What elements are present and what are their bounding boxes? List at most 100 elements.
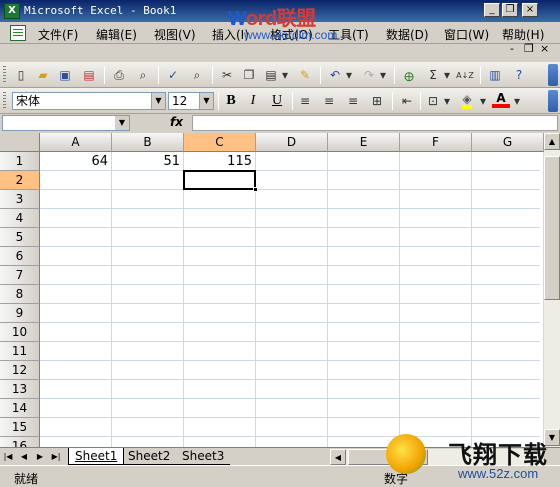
workbook-icon[interactable] xyxy=(10,25,26,41)
toolbar-grip[interactable] xyxy=(3,92,6,109)
scroll-up-icon[interactable]: ▲ xyxy=(544,133,560,150)
row-header-10[interactable]: 10 xyxy=(0,323,40,342)
doc-minimize-button[interactable]: - xyxy=(510,42,514,55)
font-color-icon[interactable]: A xyxy=(492,92,510,108)
vertical-scrollbar[interactable]: ▲ ▼ xyxy=(543,133,560,447)
spelling-icon[interactable]: ✓ xyxy=(164,66,182,84)
minimize-button[interactable]: _ xyxy=(484,3,500,17)
select-all-corner[interactable] xyxy=(0,133,40,152)
menu-view[interactable]: 视图(V) xyxy=(154,26,196,43)
scroll-left-icon[interactable]: ◀ xyxy=(330,449,346,465)
chevron-down-icon[interactable]: ▼ xyxy=(115,116,129,130)
row-header-4[interactable]: 4 xyxy=(0,209,40,228)
insert-function-icon[interactable]: fx xyxy=(170,115,183,129)
font-name-select[interactable]: 宋体 ▼ xyxy=(12,92,166,110)
formula-input[interactable] xyxy=(192,115,558,131)
help-icon[interactable]: ? xyxy=(510,66,528,84)
redo-dropdown-icon[interactable]: ▾ xyxy=(378,66,388,84)
cell-c1[interactable]: 115 xyxy=(184,152,256,171)
merge-center-icon[interactable]: ⊞ xyxy=(368,92,386,110)
borders-icon[interactable]: ⊡ xyxy=(424,92,442,110)
format-painter-icon[interactable]: ✎ xyxy=(296,66,314,84)
fill-color-icon[interactable]: ◈ xyxy=(458,92,476,110)
row-header-11[interactable]: 11 xyxy=(0,342,40,361)
font-color-dropdown-icon[interactable]: ▾ xyxy=(512,92,522,110)
undo-icon[interactable]: ↶ xyxy=(326,66,344,84)
row-header-2[interactable]: 2 xyxy=(0,171,40,190)
autosum-icon[interactable]: Σ xyxy=(424,66,442,84)
previous-sheet-icon[interactable]: ◀ xyxy=(18,450,30,464)
undo-dropdown-icon[interactable]: ▾ xyxy=(344,66,354,84)
print-preview-icon[interactable]: ⌕ xyxy=(134,66,152,84)
chevron-down-icon[interactable]: ▼ xyxy=(199,93,213,109)
borders-dropdown-icon[interactable]: ▾ xyxy=(442,92,452,110)
bold-button[interactable]: B xyxy=(222,92,240,110)
paste-dropdown-icon[interactable]: ▾ xyxy=(280,66,290,84)
next-sheet-icon[interactable]: ▶ xyxy=(34,450,46,464)
row-header-12[interactable]: 12 xyxy=(0,361,40,380)
fill-color-dropdown-icon[interactable]: ▾ xyxy=(478,92,488,110)
column-header-f[interactable]: F xyxy=(400,133,472,152)
align-right-icon[interactable]: ≡ xyxy=(344,92,362,110)
paste-icon[interactable]: ▤ xyxy=(262,66,280,84)
toolbar-options-icon[interactable] xyxy=(548,64,558,86)
column-header-a[interactable]: A xyxy=(40,133,112,152)
column-header-b[interactable]: B xyxy=(112,133,184,152)
column-header-e[interactable]: E xyxy=(328,133,400,152)
hyperlink-icon[interactable]: 🜨 xyxy=(400,66,418,84)
sheet-tab-sheet3[interactable]: Sheet3 xyxy=(176,448,231,465)
fill-handle[interactable] xyxy=(253,187,258,192)
font-size-select[interactable]: 12 ▼ xyxy=(168,92,214,110)
column-header-c[interactable]: C xyxy=(184,133,256,152)
row-header-1[interactable]: 1 xyxy=(0,152,40,171)
sort-ascending-icon[interactable]: A↓Z xyxy=(456,66,474,84)
menu-window[interactable]: 窗口(W) xyxy=(444,26,489,43)
close-button[interactable]: × xyxy=(522,3,538,17)
align-center-icon[interactable]: ≡ xyxy=(320,92,338,110)
new-icon[interactable]: ▯ xyxy=(12,66,30,84)
decrease-indent-icon[interactable]: ⇤ xyxy=(398,92,416,110)
vertical-scroll-thumb[interactable] xyxy=(544,156,560,300)
row-header-15[interactable]: 15 xyxy=(0,418,40,437)
row-header-8[interactable]: 8 xyxy=(0,285,40,304)
worksheet-grid[interactable]: ▲ ▼ A B C D E F G 1 2 3 4 5 6 7 8 9 10 11 12 13 14 15 16 64 51 11… xyxy=(0,133,560,447)
cut-icon[interactable]: ✂ xyxy=(218,66,236,84)
row-header-3[interactable]: 3 xyxy=(0,190,40,209)
permission-icon[interactable]: ▤ xyxy=(80,66,98,84)
row-header-5[interactable]: 5 xyxy=(0,228,40,247)
align-left-icon[interactable]: ≡ xyxy=(296,92,314,110)
last-sheet-icon[interactable]: ▶| xyxy=(50,450,62,464)
menu-data[interactable]: 数据(D) xyxy=(386,26,429,43)
menu-edit[interactable]: 编辑(E) xyxy=(96,26,137,43)
open-folder-icon[interactable]: ▰ xyxy=(34,66,52,84)
doc-close-button[interactable]: × xyxy=(540,42,549,55)
row-header-9[interactable]: 9 xyxy=(0,304,40,323)
chevron-down-icon[interactable]: ▼ xyxy=(151,93,165,109)
cell-b1[interactable]: 51 xyxy=(112,152,184,171)
column-header-g[interactable]: G xyxy=(472,133,544,152)
column-header-d[interactable]: D xyxy=(256,133,328,152)
active-cell-c2[interactable] xyxy=(183,170,258,192)
save-icon[interactable]: ▣ xyxy=(56,66,74,84)
print-icon[interactable]: ⎙ xyxy=(110,66,128,84)
redo-icon[interactable]: ↷ xyxy=(360,66,378,84)
menu-help[interactable]: 帮助(H) xyxy=(502,26,544,43)
name-box[interactable]: ▼ xyxy=(2,115,130,131)
toolbar-options-icon[interactable] xyxy=(548,90,558,112)
doc-restore-button[interactable]: ❐ xyxy=(524,42,534,55)
copy-icon[interactable]: ❐ xyxy=(240,66,258,84)
row-header-13[interactable]: 13 xyxy=(0,380,40,399)
cell-a1[interactable]: 64 xyxy=(40,152,112,171)
chart-wizard-icon[interactable]: ▥ xyxy=(486,66,504,84)
underline-button[interactable]: U xyxy=(268,92,286,110)
row-header-16[interactable]: 16 xyxy=(0,437,40,447)
research-icon[interactable]: ⌕ xyxy=(188,66,206,84)
italic-button[interactable]: I xyxy=(244,92,262,110)
row-header-14[interactable]: 14 xyxy=(0,399,40,418)
autosum-dropdown-icon[interactable]: ▾ xyxy=(442,66,452,84)
row-header-6[interactable]: 6 xyxy=(0,247,40,266)
toolbar-grip[interactable] xyxy=(3,66,6,83)
maximize-button[interactable]: ❐ xyxy=(502,3,518,17)
excel-app-icon[interactable]: X xyxy=(4,3,20,19)
row-header-7[interactable]: 7 xyxy=(0,266,40,285)
